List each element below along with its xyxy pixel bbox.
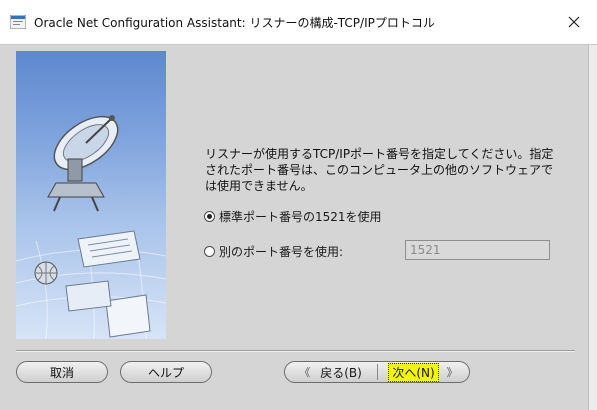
back-button-label: 戻る(B): [320, 365, 362, 380]
help-button-label: ヘルプ: [147, 365, 184, 380]
window-edge: [588, 45, 597, 410]
next-button-label: 次へ(N): [388, 362, 439, 382]
next-button[interactable]: 次へ(N) 》: [379, 362, 467, 382]
other-port-option[interactable]: 別のポート番号を使用:: [204, 243, 343, 260]
close-button[interactable]: [551, 0, 597, 44]
app-icon: [10, 15, 26, 29]
other-port-radio[interactable]: [204, 246, 215, 257]
standard-port-radio[interactable]: [204, 211, 215, 222]
satellite-dish-icon: [16, 115, 166, 339]
instruction-line-3: は使用できません。: [205, 179, 313, 193]
nav-divider: [377, 364, 378, 380]
title-bar: Oracle Net Configuration Assistant: リスナー…: [0, 0, 597, 45]
back-button[interactable]: 《 戻る(B): [285, 362, 376, 382]
window-title: Oracle Net Configuration Assistant: リスナー…: [34, 16, 435, 30]
instruction-line-1: リスナーが使用するTCP/IPポート番号を指定してください。指定: [205, 147, 554, 161]
close-icon: [568, 16, 580, 28]
navigation-button-group: 《 戻る(B) 次へ(N) 》: [284, 361, 470, 383]
cancel-button-label: 取消: [49, 365, 74, 380]
instruction-line-2: されたポート番号は、このコンピュータ上の他のソフトウェアで: [205, 163, 554, 177]
instruction-text: リスナーが使用するTCP/IPポート番号を指定してください。指定 されたポート番…: [205, 146, 570, 194]
port-number-field[interactable]: 1521: [405, 240, 550, 260]
wizard-side-graphic: [16, 51, 166, 339]
standard-port-option[interactable]: 標準ポート番号の1521を使用: [204, 208, 382, 225]
cancel-button[interactable]: 取消: [16, 361, 108, 383]
button-separator: [16, 350, 575, 351]
other-port-label: 別のポート番号を使用:: [219, 245, 344, 259]
help-button[interactable]: ヘルプ: [120, 361, 212, 383]
chevron-left-icon: 《: [299, 366, 311, 379]
chevron-right-icon: 》: [446, 366, 458, 379]
standard-port-label: 標準ポート番号の1521を使用: [219, 210, 382, 224]
